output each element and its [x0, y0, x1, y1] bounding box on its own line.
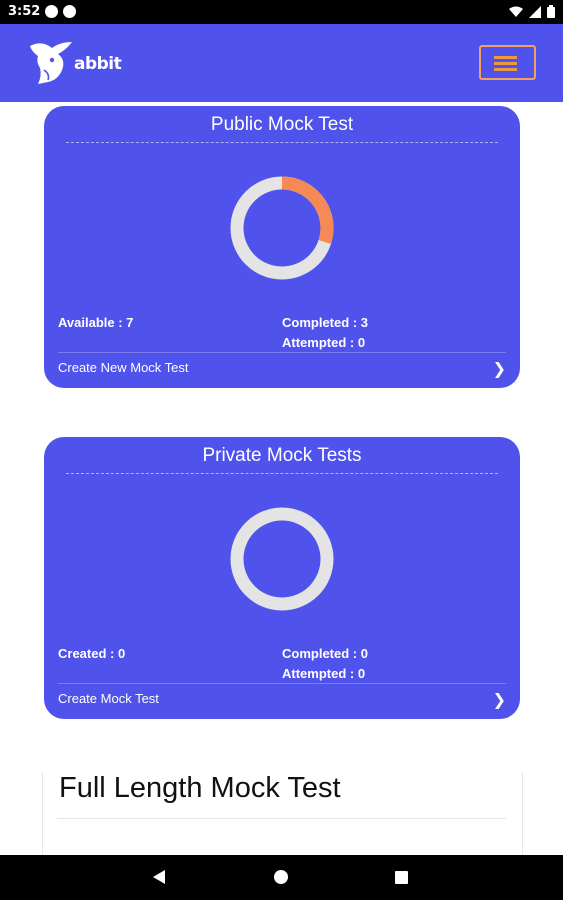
- app-header: abbit: [0, 24, 563, 102]
- attempted-count: Attempted : 0: [282, 666, 366, 681]
- hamburger-line: [494, 68, 517, 71]
- section-title: Full Length Mock Test: [59, 772, 341, 804]
- card-title: Public Mock Test: [210, 114, 354, 135]
- completed-count: Completed : 0: [282, 646, 368, 661]
- system-nav-bar: [0, 855, 563, 900]
- hamburger-line: [494, 56, 517, 59]
- chevron-right-icon[interactable]: ❯: [493, 690, 506, 709]
- home-icon[interactable]: [274, 870, 288, 884]
- hamburger-line: [494, 62, 517, 65]
- public-mock-test-card: Public Mock Test Available : 7 Completed…: [44, 106, 520, 388]
- available-count: Available : 7: [58, 315, 134, 330]
- card-footer-divider: [58, 683, 506, 684]
- wifi-icon: [509, 6, 523, 17]
- notification-icon: [45, 5, 58, 18]
- created-count: Created : 0: [58, 646, 126, 661]
- card-title: Private Mock Tests: [202, 445, 362, 466]
- attempted-count: Attempted : 0: [282, 335, 366, 350]
- notification-icons: [45, 5, 76, 18]
- section-divider: [57, 818, 506, 819]
- menu-button[interactable]: [479, 45, 536, 80]
- donut-track: [230, 507, 334, 611]
- battery-icon: [547, 5, 555, 18]
- logo-text: abbit: [74, 54, 122, 74]
- private-mock-tests-card: Private Mock Tests Created : 0 Completed…: [44, 437, 520, 719]
- full-length-mock-test-section: Full Length Mock Test: [42, 772, 523, 862]
- create-mock-test-link[interactable]: Create Mock Test: [58, 691, 159, 706]
- public-donut-chart: [230, 176, 334, 280]
- rabbit-logo[interactable]: abbit: [28, 40, 128, 88]
- rabbit-logo-icon: [30, 42, 72, 84]
- card-footer-divider: [58, 352, 506, 353]
- notification-icon: [63, 5, 76, 18]
- system-icons: [509, 5, 555, 18]
- card-divider: [66, 473, 498, 474]
- chevron-right-icon[interactable]: ❯: [493, 359, 506, 378]
- card-divider: [66, 142, 498, 143]
- signal-icon: [529, 5, 541, 18]
- private-donut-chart: [230, 507, 334, 611]
- recents-icon[interactable]: [395, 871, 408, 884]
- create-new-mock-test-link[interactable]: Create New Mock Test: [58, 360, 189, 375]
- status-time: 3:52: [8, 4, 41, 19]
- back-icon[interactable]: [153, 870, 165, 884]
- completed-count: Completed : 3: [282, 315, 368, 330]
- status-bar: 3:52: [0, 0, 563, 24]
